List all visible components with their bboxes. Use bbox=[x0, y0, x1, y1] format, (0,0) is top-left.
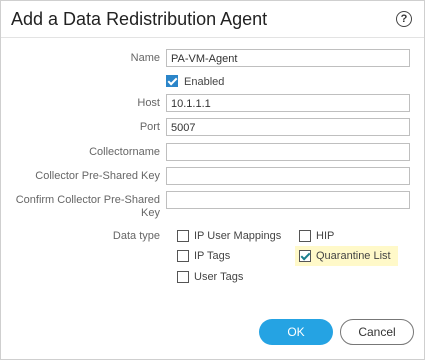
data-type-label: Data type bbox=[112, 230, 160, 242]
collectorname-input[interactable] bbox=[166, 143, 410, 161]
confirm-psk-label-line2: Key bbox=[141, 207, 160, 219]
quarantine-list-checkbox[interactable] bbox=[299, 250, 311, 262]
dialog-title: Add a Data Redistribution Agent bbox=[11, 9, 268, 29]
hip-label: HIP bbox=[316, 230, 335, 242]
port-label: Port bbox=[139, 121, 160, 133]
user-tags-label: User Tags bbox=[194, 271, 244, 283]
enabled-checkbox[interactable] bbox=[166, 75, 178, 87]
ip-tags-label: IP Tags bbox=[194, 250, 231, 262]
name-label: Name bbox=[130, 52, 160, 64]
collectorname-label: Collectorname bbox=[89, 146, 160, 158]
psk-input[interactable] bbox=[166, 167, 410, 185]
hip-checkbox[interactable] bbox=[299, 230, 311, 242]
dialog-titlebar: Add a Data Redistribution Agent ? bbox=[1, 1, 424, 38]
psk-label: Collector Pre-Shared Key bbox=[35, 170, 160, 182]
confirm-psk-input[interactable] bbox=[166, 191, 410, 209]
ok-button[interactable]: OK bbox=[259, 319, 333, 345]
ip-tags-checkbox[interactable] bbox=[177, 250, 189, 262]
port-input[interactable]: 5007 bbox=[166, 118, 410, 136]
name-input[interactable]: PA-VM-Agent bbox=[166, 49, 410, 67]
cancel-button[interactable]: Cancel bbox=[340, 319, 414, 345]
add-data-redistribution-agent-dialog: Add a Data Redistribution Agent ? Name P… bbox=[0, 0, 425, 360]
ip-user-mappings-checkbox[interactable] bbox=[177, 230, 189, 242]
enabled-label: Enabled bbox=[184, 76, 225, 88]
user-tags-checkbox[interactable] bbox=[177, 271, 189, 283]
host-input[interactable]: 10.1.1.1 bbox=[166, 94, 410, 112]
help-icon[interactable]: ? bbox=[396, 11, 412, 27]
ip-user-mappings-label: IP User Mappings bbox=[194, 230, 282, 242]
host-label: Host bbox=[137, 97, 160, 109]
confirm-psk-label-line1: Confirm Collector Pre-Shared bbox=[15, 194, 160, 206]
quarantine-list-label: Quarantine List bbox=[316, 250, 391, 262]
